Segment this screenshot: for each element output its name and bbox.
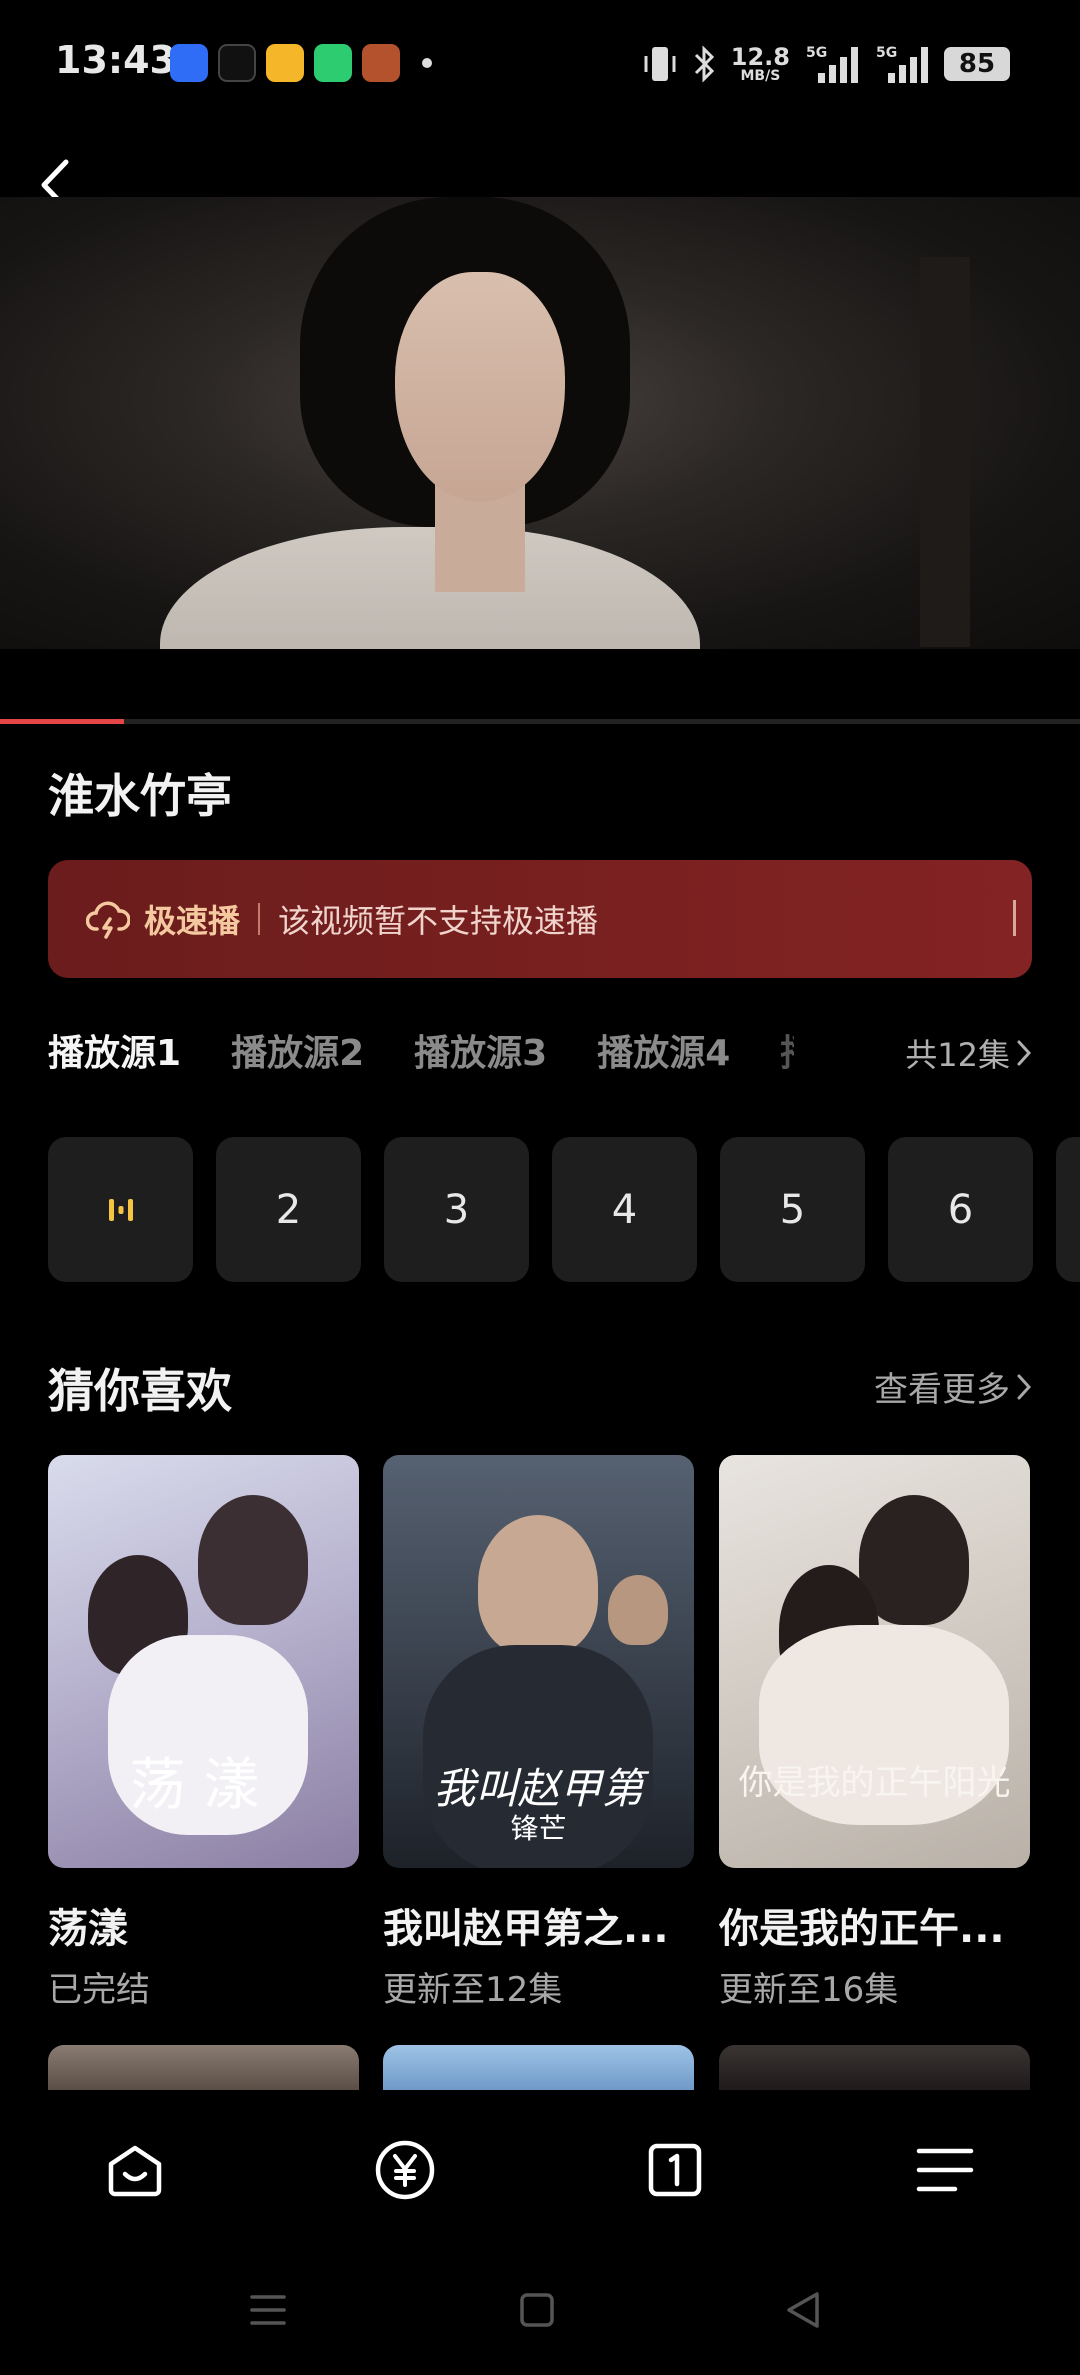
- net-speed: 12.8 MB/S: [730, 42, 790, 84]
- recommend-card-1[interactable]: 荡漾 荡漾 已完结: [48, 1455, 359, 2011]
- episode-4[interactable]: 4: [552, 1137, 697, 1282]
- poster-caption: 荡漾: [129, 1753, 278, 1818]
- triangle-back-icon: [787, 2292, 819, 2328]
- banner-message: 该视频暂不支持极速播: [278, 902, 599, 940]
- playing-indicator-icon: [108, 1198, 133, 1221]
- battery-indicator: 85: [944, 47, 1010, 81]
- card-status: 已完结: [48, 1970, 150, 2010]
- recent-apps-button[interactable]: [243, 2285, 293, 2335]
- video-figure-robe: [160, 527, 700, 649]
- signal-2-icon: 5G: [876, 45, 928, 83]
- poster-figure: [608, 1575, 668, 1645]
- tab-source-4[interactable]: 播放源4: [597, 1024, 730, 1076]
- see-more-link[interactable]: 查看更多: [874, 1362, 1032, 1411]
- playback-progress-fill: [0, 719, 125, 724]
- chevron-right-icon: [1017, 1040, 1032, 1066]
- card-title: 你是我的正午...: [719, 1906, 1005, 1952]
- video-figure-face: [395, 272, 565, 502]
- video-player[interactable]: [0, 197, 1080, 649]
- banner-label: 极速播: [144, 902, 241, 940]
- card-title: 荡漾: [48, 1906, 128, 1952]
- poster-caption-2: 锋芒: [510, 1812, 567, 1845]
- system-back-button[interactable]: [778, 2285, 828, 2335]
- nav-menu[interactable]: [910, 2135, 980, 2205]
- tab-source-5[interactable]: 播放源5: [780, 1024, 794, 1076]
- card-status: 更新至12集: [383, 1970, 563, 2010]
- see-more-label: 查看更多: [874, 1370, 1010, 1410]
- home-icon: [108, 2145, 162, 2197]
- square-home-icon: [520, 2293, 554, 2327]
- recent-apps-icon: [250, 2295, 286, 2325]
- poster: 我叫赵甲第 锋芒: [383, 1455, 694, 1868]
- tab-count-icon: [648, 2143, 702, 2197]
- douyin-icon: [218, 44, 256, 82]
- nav-yuan[interactable]: [370, 2135, 440, 2205]
- episode-7[interactable]: [1056, 1137, 1080, 1282]
- banner-divider: [258, 903, 261, 935]
- poster-figure: [478, 1515, 598, 1655]
- status-bar: 13:43 12.8 MB/S 5G 5G 85: [0, 0, 1080, 125]
- status-time: 13:43: [55, 38, 176, 82]
- menu-icon: [916, 2148, 974, 2192]
- speed-play-banner[interactable]: 极速播 该视频暂不支持极速播: [48, 860, 1032, 978]
- nav-home[interactable]: [100, 2135, 170, 2205]
- chevron-right-icon: [1017, 1374, 1032, 1399]
- bluetooth-icon: [694, 45, 714, 83]
- vibrate-icon: [644, 47, 676, 81]
- video-title: 淮水竹亭: [48, 769, 232, 823]
- cloud-lightning-icon: [86, 901, 130, 939]
- status-right: 12.8 MB/S 5G 5G 85: [643, 40, 1010, 88]
- tab-source-2[interactable]: 播放源2: [231, 1024, 364, 1076]
- episode-list: 2 3 4 5 6: [48, 1137, 1080, 1282]
- nav-tabs[interactable]: [640, 2135, 710, 2205]
- episode-5[interactable]: 5: [720, 1137, 865, 1282]
- weibo-icon: [266, 44, 304, 82]
- source-tabs: 播放源1 播放源2 播放源3 播放源4 播放源5: [48, 1020, 794, 1080]
- game-icon: [362, 44, 400, 82]
- episode-1-playing[interactable]: [48, 1137, 193, 1282]
- playback-progress[interactable]: [0, 719, 1080, 724]
- video-background-beam: [920, 257, 970, 647]
- recommend-card-3[interactable]: 你是我的正午阳光 你是我的正午... 更新至16集: [719, 1455, 1030, 2011]
- card-status: 更新至16集: [719, 1970, 899, 2010]
- episode-6[interactable]: 6: [888, 1137, 1033, 1282]
- recommend-card-4[interactable]: [48, 2045, 359, 2090]
- poster: 你是我的正午阳光: [719, 1455, 1030, 1868]
- episode-total-link[interactable]: 共12集: [905, 1030, 1032, 1076]
- episode-2[interactable]: 2: [216, 1137, 361, 1282]
- bottom-nav: [0, 2090, 1080, 2245]
- episode-total: 共12集: [905, 1036, 1010, 1074]
- message-icon: [314, 44, 352, 82]
- svg-text:5G: 5G: [876, 45, 897, 61]
- signal-1-icon: 5G: [806, 45, 858, 83]
- system-nav: [0, 2245, 1080, 2375]
- recommend-card-5[interactable]: [383, 2045, 694, 2090]
- tab-source-3[interactable]: 播放源3: [414, 1024, 547, 1076]
- card-title: 我叫赵甲第之...: [383, 1906, 669, 1952]
- svg-text:5G: 5G: [806, 45, 827, 61]
- yuan-coin-icon: [375, 2140, 435, 2200]
- poster-caption: 你是我的正午阳光: [738, 1763, 1011, 1803]
- poster-figure: [198, 1495, 308, 1625]
- banner-end-mark: [1013, 900, 1016, 936]
- poster: 荡漾: [48, 1455, 359, 1868]
- home-button[interactable]: [512, 2285, 562, 2335]
- baidu-icon: [170, 44, 208, 82]
- episode-3[interactable]: 3: [384, 1137, 529, 1282]
- more-notifications-icon: [422, 58, 432, 68]
- recommend-card-6[interactable]: [719, 2045, 1030, 2090]
- recommend-card-2[interactable]: 我叫赵甲第 锋芒 我叫赵甲第之... 更新至12集: [383, 1455, 694, 2011]
- recommend-title: 猜你喜欢: [48, 1364, 232, 1418]
- tab-source-1[interactable]: 播放源1: [48, 1024, 181, 1076]
